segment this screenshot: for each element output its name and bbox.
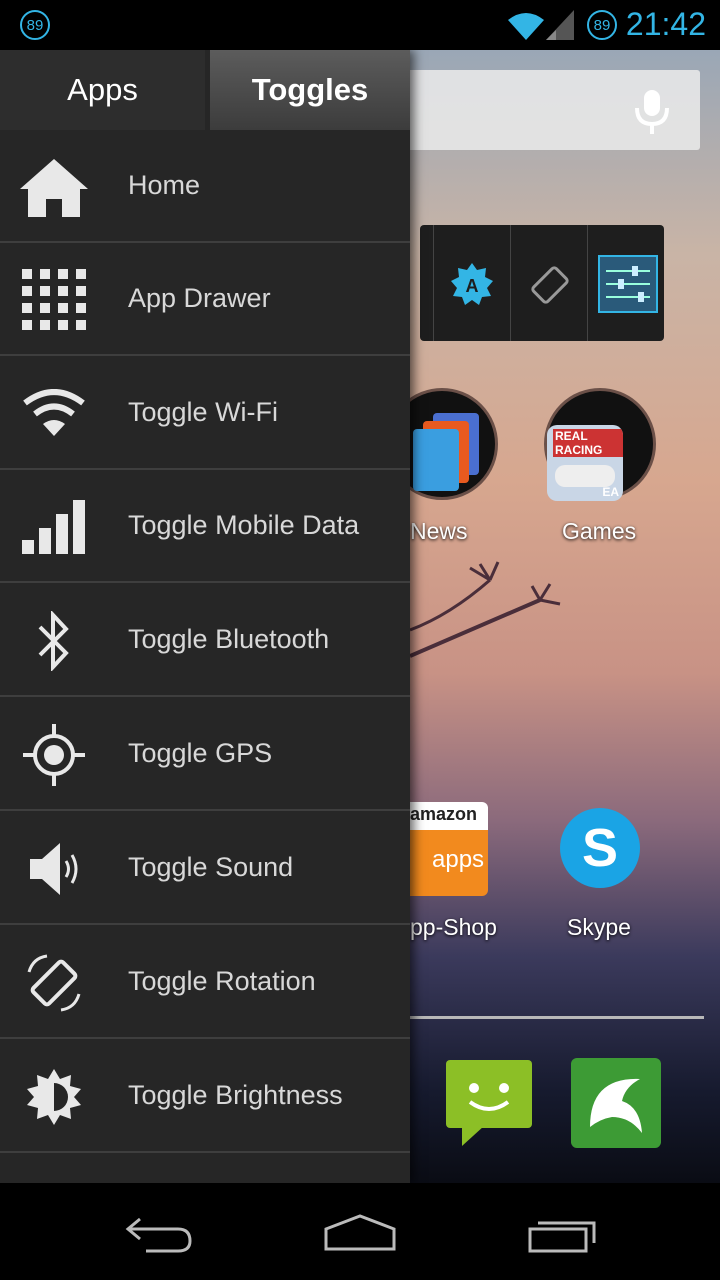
dock-divider [410,1016,704,1019]
drawer-item-label: Home [128,170,201,200]
tab-apps[interactable]: Apps [0,50,205,130]
settings-sliders-icon[interactable] [598,255,658,313]
news-label: News [410,518,468,544]
bluetooth-icon [18,606,90,676]
drawer-item-label: Toggle GPS [128,738,273,768]
drawer-item-label: Toggle Sound [128,852,294,882]
games-folder[interactable]: REAL RACING EA [544,388,656,501]
system-nav-bar [0,1183,720,1280]
signal-bars-icon [18,492,90,562]
dolphin-browser-icon[interactable] [570,1057,662,1149]
drawer-item-home[interactable]: Home [0,130,410,243]
rotation-icon [18,948,90,1018]
tab-toggles[interactable]: Toggles [210,50,410,130]
auto-sync-icon[interactable]: A [448,261,496,309]
drawer-item-label: Toggle Bluetooth [128,624,330,654]
back-icon[interactable] [124,1215,194,1255]
power-control-widget: A [420,225,664,341]
home-button-icon[interactable] [322,1213,398,1253]
drawer-item-gps[interactable]: Toggle GPS [0,698,410,811]
wifi-icon [18,379,90,449]
skype-label: Skype [567,914,631,940]
drawer-item-rotation[interactable]: Toggle Rotation [0,926,410,1039]
drawer-item-wifi[interactable]: Toggle Wi-Fi [0,357,410,470]
drawer-item-sound[interactable]: Toggle Sound [0,812,410,925]
recent-apps-icon[interactable] [526,1213,598,1255]
gps-icon [18,720,90,790]
navigation-drawer: Apps Toggles Home App Drawer Toggle Wi-F… [0,50,410,1183]
drawer-item-label: App Drawer [128,283,271,313]
appshop-label: pp-Shop [410,914,497,940]
drawer-item-label: Toggle Mobile Data [128,510,360,540]
drawer-item-brightness[interactable]: Toggle Brightness [0,1040,410,1153]
signal-status-icon [546,10,574,40]
amazon-badge: amazon [410,804,478,824]
status-time: 21:42 [625,6,706,42]
ea-logo: EA [602,485,619,499]
amazon-apps-label: apps [432,846,485,873]
status-bar: 89 89 21:42 [0,0,720,50]
app-grid-icon [18,265,90,335]
rotation-widget-icon[interactable] [526,261,574,309]
drawer-item-label: Toggle Brightness [128,1080,343,1110]
battery-badge: 89 [587,10,617,40]
real-racing-badge: REAL RACING [553,429,623,457]
drawer-item-bluetooth[interactable]: Toggle Bluetooth [0,584,410,697]
speaker-icon [18,834,90,904]
drawer-item-label: Toggle Rotation [128,966,316,996]
brightness-icon [18,1062,90,1132]
drawer-tabs: Apps Toggles [0,50,410,130]
wifi-status-icon [508,13,544,40]
drawer-item-mobile-data[interactable]: Toggle Mobile Data [0,470,410,583]
microphone-icon[interactable] [632,88,672,136]
drawer-item-label: Toggle Wi-Fi [128,397,279,427]
messaging-icon[interactable] [444,1058,534,1150]
svg-text:A: A [466,276,479,296]
notification-badge: 89 [20,10,50,40]
skype-icon[interactable]: S [560,808,640,888]
wallpaper-twig [410,561,561,658]
games-label: Games [562,518,637,544]
home-icon [18,152,90,222]
drawer-item-app-drawer[interactable]: App Drawer [0,243,410,356]
